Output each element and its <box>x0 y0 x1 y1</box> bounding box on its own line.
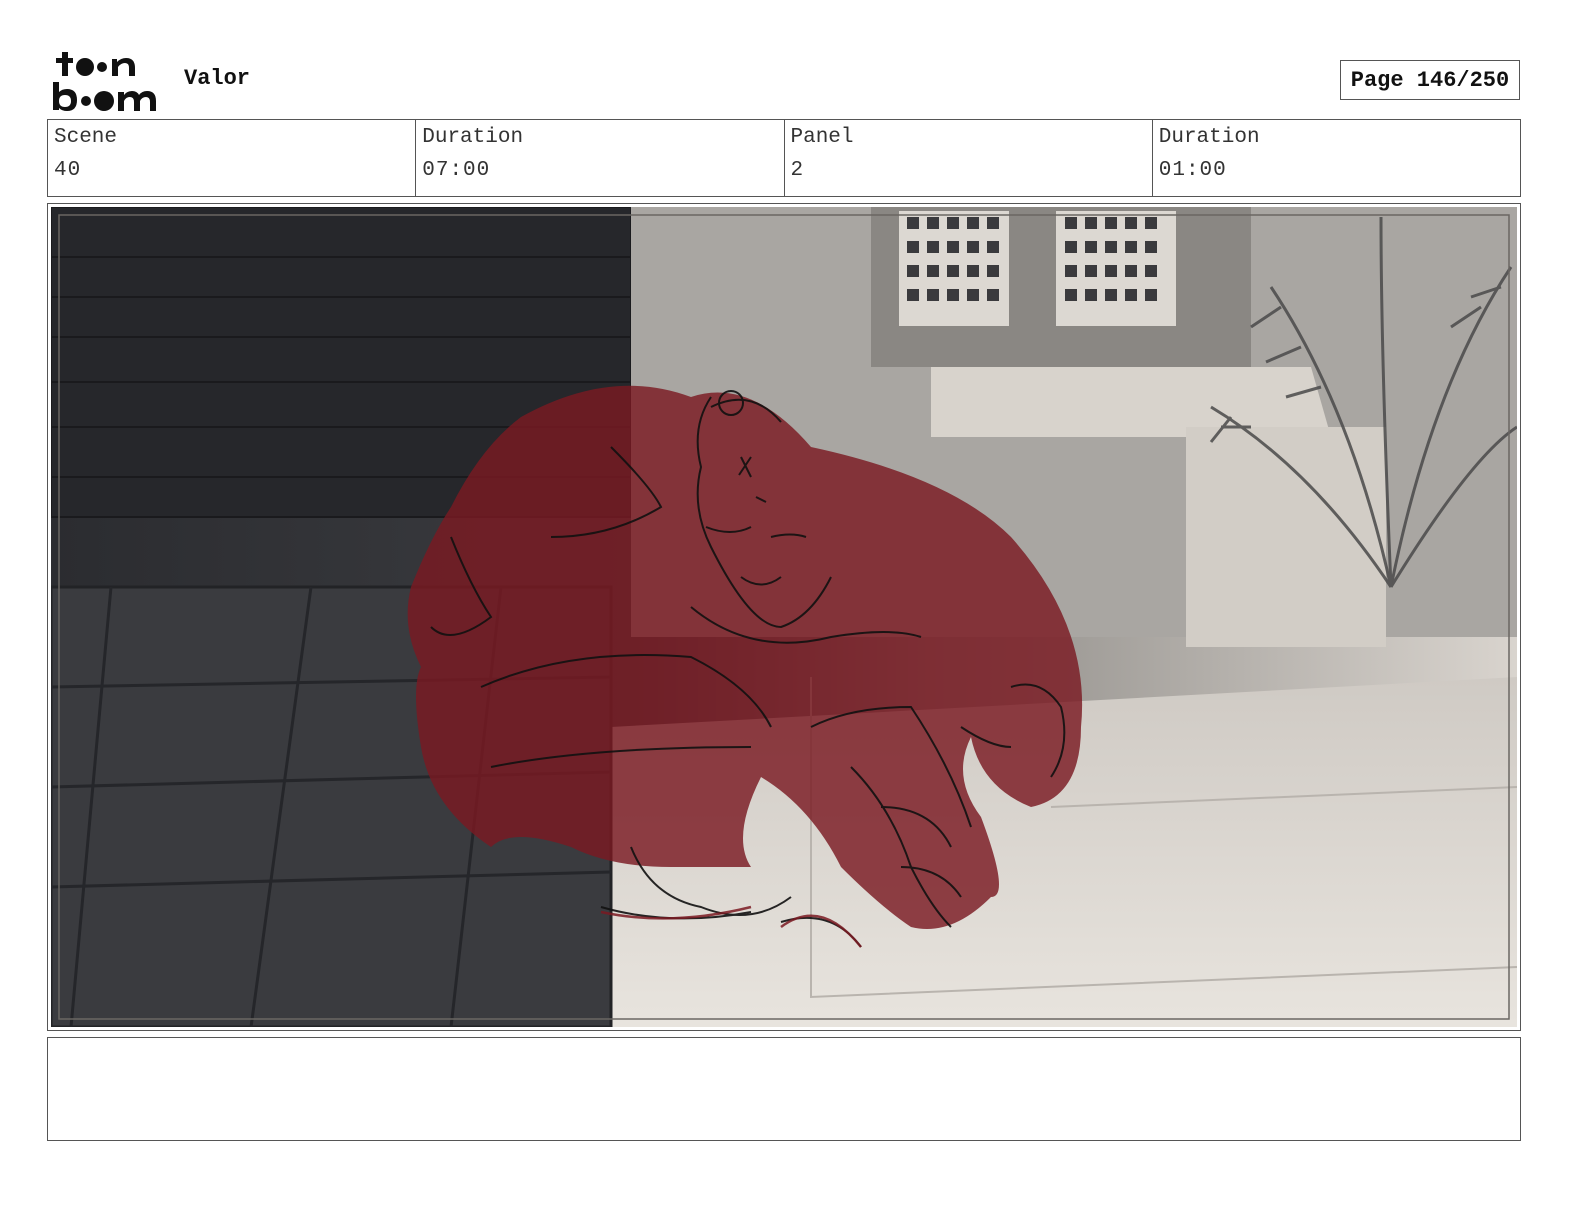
scene-info-table: Scene 40 Duration 07:00 Panel 2 Duration… <box>47 119 1521 197</box>
panel-duration-label: Duration <box>1158 126 1260 149</box>
panel-artwork <box>51 207 1517 1027</box>
panel-value: 2 <box>790 159 805 182</box>
panel-cell: Panel 2 <box>785 120 1153 196</box>
scene-value: 40 <box>54 159 82 182</box>
storyboard-panel <box>47 203 1521 1031</box>
panel-duration-cell: Duration 01:00 <box>1153 120 1520 196</box>
project-title: Valor <box>184 66 251 91</box>
panel-notes-box <box>47 1037 1521 1141</box>
scene-cell: Scene 40 <box>48 120 417 196</box>
scene-duration-label: Duration <box>422 126 524 149</box>
panel-duration-value: 01:00 <box>1158 159 1227 182</box>
toon-boom-logo <box>52 50 164 112</box>
page-indicator: Page 146/250 <box>1340 60 1520 100</box>
scene-label: Scene <box>54 126 118 149</box>
scene-duration-value: 07:00 <box>422 159 491 182</box>
panel-label: Panel <box>790 126 854 149</box>
scene-duration-cell: Duration 07:00 <box>416 120 785 196</box>
